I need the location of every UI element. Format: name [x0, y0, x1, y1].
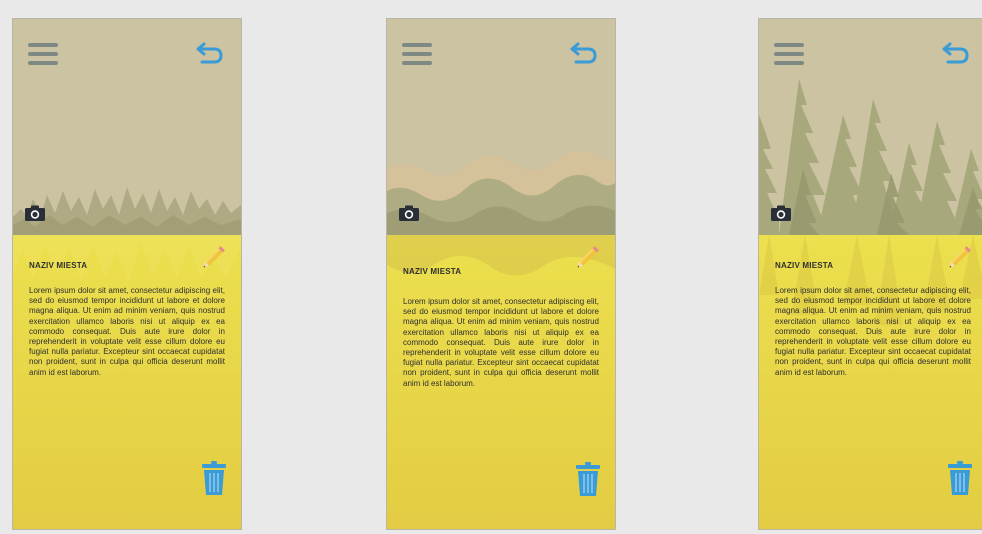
place-description: Lorem ipsum dolor sit amet, consectetur … [775, 286, 971, 377]
camera-icon [399, 205, 419, 221]
menu-button[interactable] [402, 43, 432, 65]
menu-button[interactable] [28, 43, 58, 65]
pencil-icon [577, 246, 599, 268]
undo-arrow-icon [570, 42, 597, 64]
trash-icon [202, 461, 226, 495]
undo-arrow-icon [196, 42, 223, 64]
back-button[interactable] [941, 39, 971, 67]
place-name: NAZIV MIESTA [29, 261, 88, 270]
delete-button[interactable] [948, 461, 972, 495]
delete-button[interactable] [202, 461, 226, 495]
camera-button[interactable] [25, 205, 45, 221]
camera-icon [771, 205, 791, 221]
phone-screen-1: NAZIV MIESTA Lorem ipsum dolor sit amet,… [12, 18, 242, 530]
trash-icon [576, 462, 600, 496]
hamburger-icon [774, 43, 804, 47]
camera-button[interactable] [771, 205, 791, 221]
place-name: NAZIV MIESTA [775, 261, 834, 270]
camera-icon [25, 205, 45, 221]
place-description: Lorem ipsum dolor sit amet, consectetur … [403, 297, 599, 388]
hamburger-icon [28, 43, 58, 47]
delete-button[interactable] [576, 462, 600, 496]
edit-button[interactable] [575, 242, 603, 270]
hamburger-icon [402, 43, 432, 47]
undo-arrow-icon [942, 42, 969, 64]
phone-screen-3: NAZIV MIESTA Lorem ipsum dolor sit amet,… [758, 18, 982, 530]
phone-screen-2: NAZIV MIESTA Lorem ipsum dolor sit amet,… [386, 18, 616, 530]
back-button[interactable] [569, 39, 599, 67]
menu-button[interactable] [774, 43, 804, 65]
place-name: NAZIV MIESTA [403, 267, 462, 276]
camera-button[interactable] [399, 205, 419, 221]
trash-icon [948, 461, 972, 495]
back-button[interactable] [195, 39, 225, 67]
place-description: Lorem ipsum dolor sit amet, consectetur … [29, 286, 225, 377]
